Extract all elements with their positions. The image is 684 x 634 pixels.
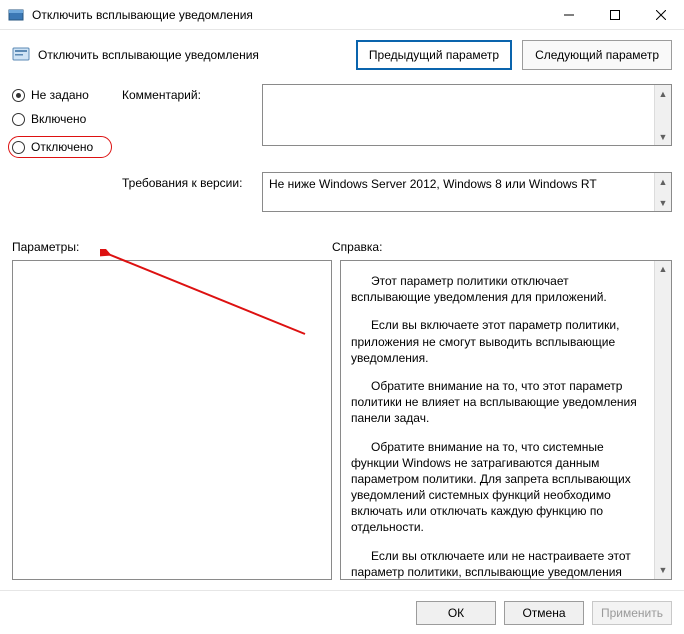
cancel-button[interactable]: Отмена <box>504 601 584 625</box>
app-icon <box>8 7 24 23</box>
scroll-down-icon[interactable]: ▼ <box>655 128 671 145</box>
policy-title: Отключить всплывающие уведомления <box>38 48 259 62</box>
ok-button[interactable]: ОК <box>416 601 496 625</box>
scroll-up-icon[interactable]: ▲ <box>655 173 671 190</box>
radio-label: Не задано <box>31 88 89 102</box>
scroll-down-icon[interactable]: ▼ <box>655 194 671 211</box>
help-box: Этот параметр политики отключает всплыва… <box>340 260 672 580</box>
parameters-label: Параметры: <box>12 240 332 254</box>
header-row: Отключить всплывающие уведомления Предыд… <box>0 30 684 84</box>
radio-icon <box>12 89 25 102</box>
help-paragraph: Если вы отключаете или не настраиваете э… <box>351 548 647 580</box>
help-paragraph: Этот параметр политики отключает всплыва… <box>351 273 647 305</box>
radio-label: Отключено <box>31 140 93 154</box>
scrollbar[interactable]: ▲ ▼ <box>654 173 671 211</box>
help-label: Справка: <box>332 240 672 254</box>
scroll-up-icon[interactable]: ▲ <box>655 85 671 102</box>
comment-label: Комментарий: <box>122 84 252 102</box>
radio-not-configured[interactable]: Не задано <box>12 88 112 102</box>
maximize-button[interactable] <box>592 0 638 29</box>
content-area: Не задано Включено Отключено Комментарий… <box>0 84 684 580</box>
scroll-down-icon[interactable]: ▼ <box>655 562 671 579</box>
close-button[interactable] <box>638 0 684 29</box>
help-paragraph: Обратите внимание на то, что системные ф… <box>351 439 647 536</box>
scroll-up-icon[interactable]: ▲ <box>655 261 671 278</box>
requirements-box: Не ниже Windows Server 2012, Windows 8 и… <box>262 172 672 212</box>
apply-button[interactable]: Применить <box>592 601 672 625</box>
radio-label: Включено <box>31 112 86 126</box>
parameters-box <box>12 260 332 580</box>
window-title: Отключить всплывающие уведомления <box>32 8 546 22</box>
window-titlebar: Отключить всплывающие уведомления <box>0 0 684 30</box>
radio-enabled[interactable]: Включено <box>12 112 112 126</box>
requirements-label: Требования к версии: <box>122 172 252 190</box>
comment-textarea[interactable]: ▲ ▼ <box>262 84 672 146</box>
dialog-footer: ОК Отмена Применить <box>0 590 684 634</box>
scrollbar[interactable]: ▲ ▼ <box>654 261 671 579</box>
window-controls <box>546 0 684 29</box>
next-setting-button[interactable]: Следующий параметр <box>522 40 672 70</box>
help-paragraph: Если вы включаете этот параметр политики… <box>351 317 647 366</box>
state-radio-group: Не задано Включено Отключено <box>12 84 112 158</box>
radio-icon <box>12 113 25 126</box>
prev-setting-button[interactable]: Предыдущий параметр <box>356 40 512 70</box>
radio-icon <box>12 141 25 154</box>
help-paragraph: Обратите внимание на то, что этот параме… <box>351 378 647 427</box>
radio-disabled[interactable]: Отключено <box>8 136 112 158</box>
minimize-button[interactable] <box>546 0 592 29</box>
policy-icon <box>12 46 30 64</box>
requirements-text: Не ниже Windows Server 2012, Windows 8 и… <box>269 177 597 191</box>
scrollbar[interactable]: ▲ ▼ <box>654 85 671 145</box>
